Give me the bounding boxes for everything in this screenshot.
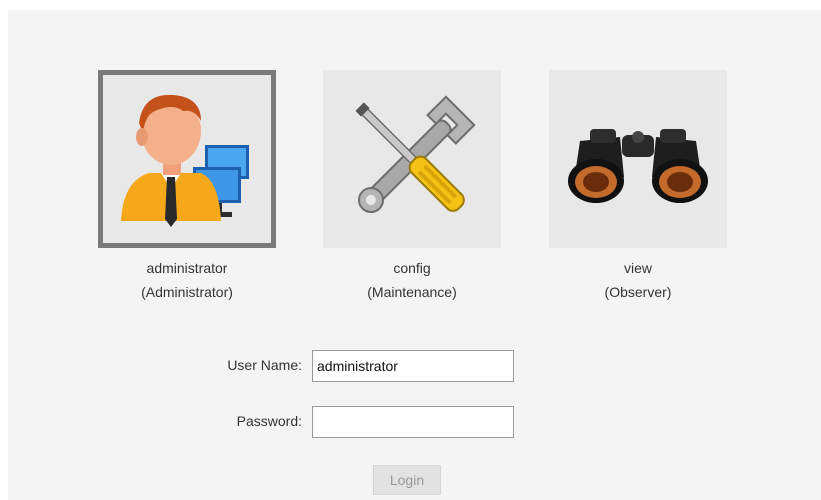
user-image-frame[interactable] <box>98 70 276 248</box>
login-panel: administrator (Administrator) config (Ma… <box>8 10 821 500</box>
binoculars-icon <box>568 129 708 203</box>
username-label: User Name: <box>227 357 302 373</box>
password-row: Password: <box>8 406 821 438</box>
user-name: config <box>393 260 431 276</box>
user-role: (Observer) <box>604 284 672 300</box>
tools-icon <box>355 95 476 214</box>
password-input[interactable] <box>312 406 514 438</box>
user-tile-administrator[interactable]: administrator (Administrator) <box>97 70 277 304</box>
user-name: administrator <box>146 260 228 276</box>
user-role: (Maintenance) <box>367 284 457 300</box>
administrator-avatar-icon <box>121 94 249 227</box>
user-image-frame[interactable] <box>323 70 501 248</box>
user-tile-view[interactable]: view (Observer) <box>548 70 728 304</box>
user-role: (Administrator) <box>141 284 233 300</box>
password-label: Password: <box>236 413 302 429</box>
username-input[interactable] <box>312 350 514 382</box>
user-name: view <box>623 260 652 276</box>
user-image-frame[interactable] <box>549 70 727 248</box>
user-tile-config[interactable]: config (Maintenance) <box>322 70 502 304</box>
username-row: User Name: <box>8 350 821 382</box>
login-button[interactable]: Login <box>373 465 441 495</box>
